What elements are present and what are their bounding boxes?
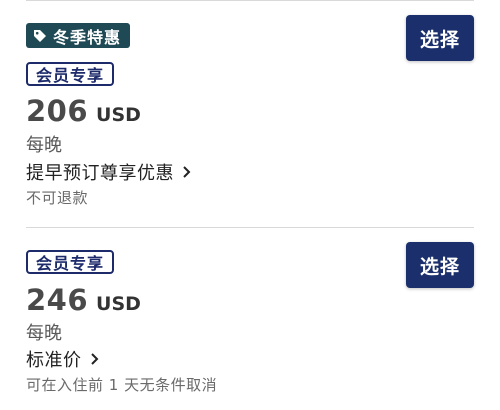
room-rate-list: 冬季特惠 选择 会员专享 206 USD 每晚 提早预订尊享优惠 不可退款 选择… [0,0,500,410]
per-night-label: 每晚 [26,135,62,156]
rate-option-card: 冬季特惠 选择 会员专享 206 USD 每晚 提早预订尊享优惠 不可退款 [26,0,474,227]
cancellation-policy: 可在入住前 1 天无条件取消 [26,376,218,394]
price: 206 USD [26,94,141,128]
member-exclusive-badge: 会员专享 [26,62,115,86]
chevron-right-icon [182,166,191,178]
rate-details-link[interactable]: 提早预订尊享优惠 [26,159,191,185]
price-currency: USD [96,104,141,126]
price-amount: 206 [26,94,89,128]
rate-details-link[interactable]: 标准价 [26,346,99,372]
rate-option-card: 选择 会员专享 246 USD 每晚 标准价 可在入住前 1 天无条件取消 [26,228,474,410]
cancellation-policy: 不可退款 [26,189,89,207]
select-button[interactable]: 选择 [406,242,474,288]
member-exclusive-badge: 会员专享 [26,250,115,274]
rate-name: 提早预订尊享优惠 [26,163,174,184]
price-currency: USD [96,293,141,315]
tag-icon [34,29,46,42]
rate-name: 标准价 [26,350,82,371]
price: 246 USD [26,283,141,317]
per-night-label: 每晚 [26,323,62,344]
select-button[interactable]: 选择 [406,15,474,61]
winter-promo-tag: 冬季特惠 [26,23,131,48]
price-amount: 246 [26,283,89,317]
promo-tag-label: 冬季特惠 [53,27,122,47]
chevron-right-icon [90,353,99,365]
